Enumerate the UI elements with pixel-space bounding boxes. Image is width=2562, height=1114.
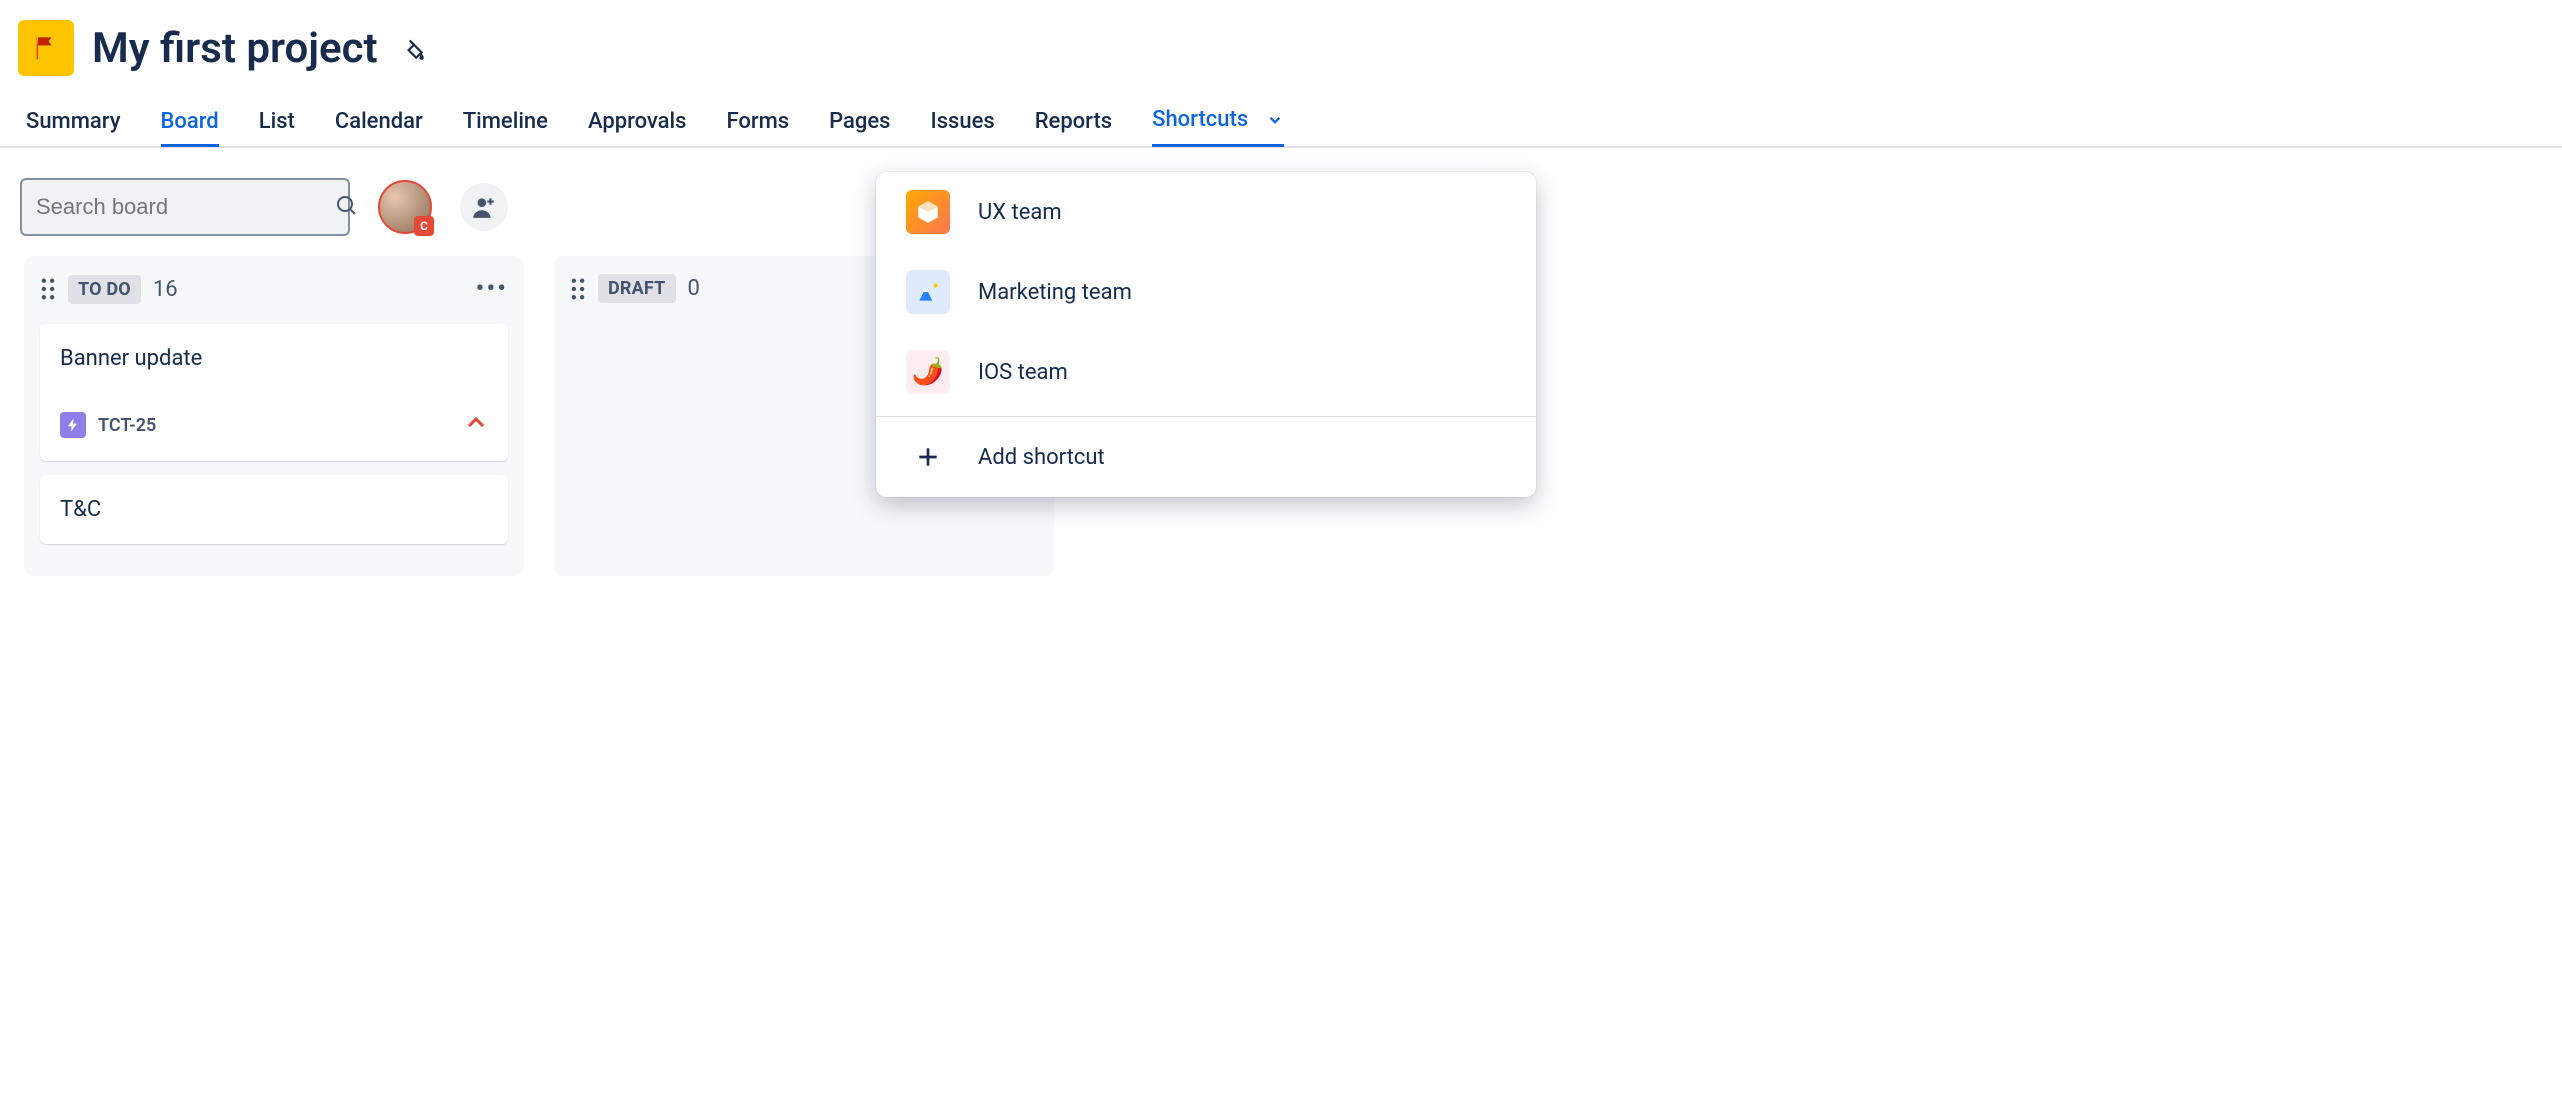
board-card[interactable]: Banner update TCT-25 — [40, 324, 508, 461]
card-title: Banner update — [60, 346, 488, 371]
column-count: 16 — [153, 277, 178, 302]
avatar[interactable]: C — [378, 180, 432, 234]
tab-forms[interactable]: Forms — [726, 95, 789, 147]
tab-board[interactable]: Board — [161, 95, 219, 147]
mountain-icon — [906, 270, 950, 314]
tab-timeline[interactable]: Timeline — [463, 95, 548, 147]
story-type-icon — [60, 412, 86, 438]
board-card[interactable]: T&C — [40, 475, 508, 544]
tab-calendar[interactable]: Calendar — [335, 95, 423, 147]
shortcut-label: Marketing team — [978, 280, 1132, 305]
shortcut-item-marketing[interactable]: Marketing team — [876, 252, 1536, 332]
add-shortcut-button[interactable]: Add shortcut — [876, 417, 1536, 497]
tab-approvals[interactable]: Approvals — [588, 95, 687, 147]
column-count: 0 — [688, 276, 700, 301]
chevron-down-icon — [1266, 111, 1284, 129]
column-status[interactable]: TO DO — [68, 275, 141, 304]
tabs: Summary Board List Calendar Timeline App… — [0, 94, 2562, 148]
shortcut-item-ux[interactable]: UX team — [876, 172, 1536, 252]
project-icon — [18, 20, 74, 76]
drag-handle-icon[interactable] — [570, 278, 586, 300]
shortcut-label: UX team — [978, 200, 1062, 225]
tab-issues[interactable]: Issues — [930, 95, 994, 147]
card-title: T&C — [60, 497, 488, 522]
paint-bucket-icon[interactable] — [396, 30, 432, 66]
shortcut-label: IOS team — [978, 360, 1068, 385]
tab-shortcuts[interactable]: Shortcuts — [1152, 95, 1284, 147]
plus-icon — [906, 435, 950, 479]
search-box[interactable] — [20, 178, 350, 236]
project-title: My first project — [92, 24, 378, 73]
tab-summary[interactable]: Summary — [26, 95, 121, 147]
shortcut-item-ios[interactable]: 🌶️ IOS team — [876, 332, 1536, 412]
avatar-badge: C — [414, 216, 434, 236]
tab-pages[interactable]: Pages — [829, 95, 890, 147]
chili-icon: 🌶️ — [906, 350, 950, 394]
add-person-button[interactable] — [460, 183, 508, 231]
tab-reports[interactable]: Reports — [1035, 95, 1112, 147]
issue-key: TCT-25 — [98, 415, 156, 436]
drag-handle-icon[interactable] — [40, 278, 56, 300]
column-status[interactable]: DRAFT — [598, 274, 676, 303]
tab-shortcuts-label: Shortcuts — [1152, 93, 1248, 147]
priority-high-icon — [464, 411, 488, 439]
add-shortcut-label: Add shortcut — [978, 445, 1105, 470]
cube-icon — [906, 190, 950, 234]
tab-list[interactable]: List — [259, 95, 295, 147]
board-column-todo: TO DO 16 ••• Banner update TCT-25 T&C — [24, 256, 524, 576]
column-more-button[interactable]: ••• — [476, 274, 508, 304]
shortcuts-dropdown: UX team Marketing team 🌶️ IOS team Add s… — [876, 172, 1536, 497]
search-input[interactable] — [36, 194, 324, 220]
search-icon — [334, 193, 358, 221]
